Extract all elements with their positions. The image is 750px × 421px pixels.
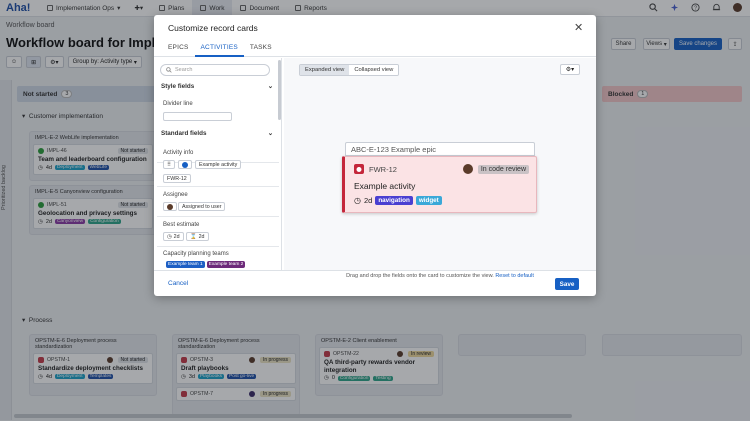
record-type-icon-field[interactable]	[178, 160, 192, 169]
tab-epics[interactable]: EPICS	[162, 39, 195, 57]
avatar	[167, 203, 173, 210]
chevron-down-icon: ⌄	[267, 130, 273, 137]
assignee-avatar	[462, 164, 473, 174]
divider-line-label: Divider line	[163, 101, 193, 107]
estimate-value: 2d	[198, 233, 205, 240]
best-estimate-label: Best estimate	[163, 222, 200, 228]
standard-fields-section[interactable]: Standard fields ⌄	[161, 130, 273, 137]
assignee-avatar-field[interactable]	[163, 202, 177, 211]
record-type-tabs: EPICS ACTIVITIES TASKS	[154, 39, 596, 57]
style-fields-section[interactable]: Style fields ⌄	[161, 83, 273, 90]
bug-icon	[354, 164, 364, 174]
activity-name-field[interactable]: Example activity	[195, 160, 242, 169]
preview-card-title: Example activity	[354, 181, 416, 191]
search-icon	[166, 67, 172, 73]
card-preview-panel: Expanded view Collapsed view ⚙▾ ABC-E-12…	[284, 58, 596, 279]
activity-id-field[interactable]: FWR-12	[163, 174, 191, 183]
estimate-field[interactable]: ◷ 2d	[163, 232, 184, 241]
dialog-title: Customize record cards	[168, 23, 258, 33]
preview-tag: navigation	[375, 196, 413, 205]
view-toggle: Expanded view Collapsed view	[299, 64, 400, 76]
customize-record-cards-dialog: Customize record cards ✕ EPICS ACTIVITIE…	[154, 15, 596, 296]
assignee-name-field[interactable]: Assigned to user	[178, 202, 226, 211]
preview-estimate: 2d	[363, 196, 373, 205]
drag-handle-icon[interactable]: ⠿	[163, 160, 175, 169]
field-search-input[interactable]: Search	[160, 64, 270, 76]
search-placeholder: Search	[175, 67, 193, 73]
fields-panel-scrollbar[interactable]	[278, 60, 281, 120]
cancel-button[interactable]: Cancel	[168, 280, 188, 287]
divider	[157, 246, 279, 247]
clock-icon: ◷	[167, 233, 172, 240]
team-tag: Example team 1	[166, 261, 205, 268]
hourglass-icon: ⌛	[190, 233, 197, 240]
tab-activities[interactable]: ACTIVITIES	[194, 39, 244, 57]
assignee-label: Assignee	[163, 192, 188, 198]
preview-card-id: FWR-12	[369, 164, 397, 174]
estimate-value: 2d	[173, 233, 180, 240]
tab-tasks[interactable]: TASKS	[244, 39, 278, 57]
section-title: Standard fields	[161, 130, 207, 137]
chevron-down-icon: ⌄	[267, 83, 273, 90]
preview-tag: widget	[415, 196, 442, 205]
collapsed-view-button[interactable]: Collapsed view	[349, 65, 399, 75]
team-tag: Example team 2	[206, 261, 246, 268]
divider	[157, 186, 279, 187]
preview-status-badge: In code review	[477, 164, 529, 174]
activity-info-label: Activity info	[163, 150, 194, 156]
divider	[157, 216, 279, 217]
save-button[interactable]: Save	[555, 278, 579, 290]
capacity-teams-label: Capacity planning teams	[163, 251, 229, 257]
section-title: Style fields	[161, 83, 195, 90]
preview-record-card[interactable]: FWR-12 In code review Example activity ◷…	[342, 156, 537, 213]
dialog-footer: Cancel Save	[154, 270, 596, 296]
divider-line-field[interactable]	[163, 112, 232, 121]
settings-gear-icon[interactable]: ⚙▾	[560, 64, 580, 75]
estimate-remaining-field[interactable]: ⌛ 2d	[186, 232, 209, 241]
fields-panel: Search Style fields ⌄ Divider line Standa…	[154, 58, 282, 270]
expanded-view-button[interactable]: Expanded view	[300, 65, 350, 75]
capacity-teams-field[interactable]: Example team 1 Example team 2	[166, 261, 246, 268]
preview-epic-bar: ABC-E-123 Example epic	[345, 142, 535, 156]
clock-icon: ◷	[354, 196, 361, 205]
record-type-icon	[182, 161, 188, 168]
close-icon[interactable]: ✕	[574, 21, 583, 34]
